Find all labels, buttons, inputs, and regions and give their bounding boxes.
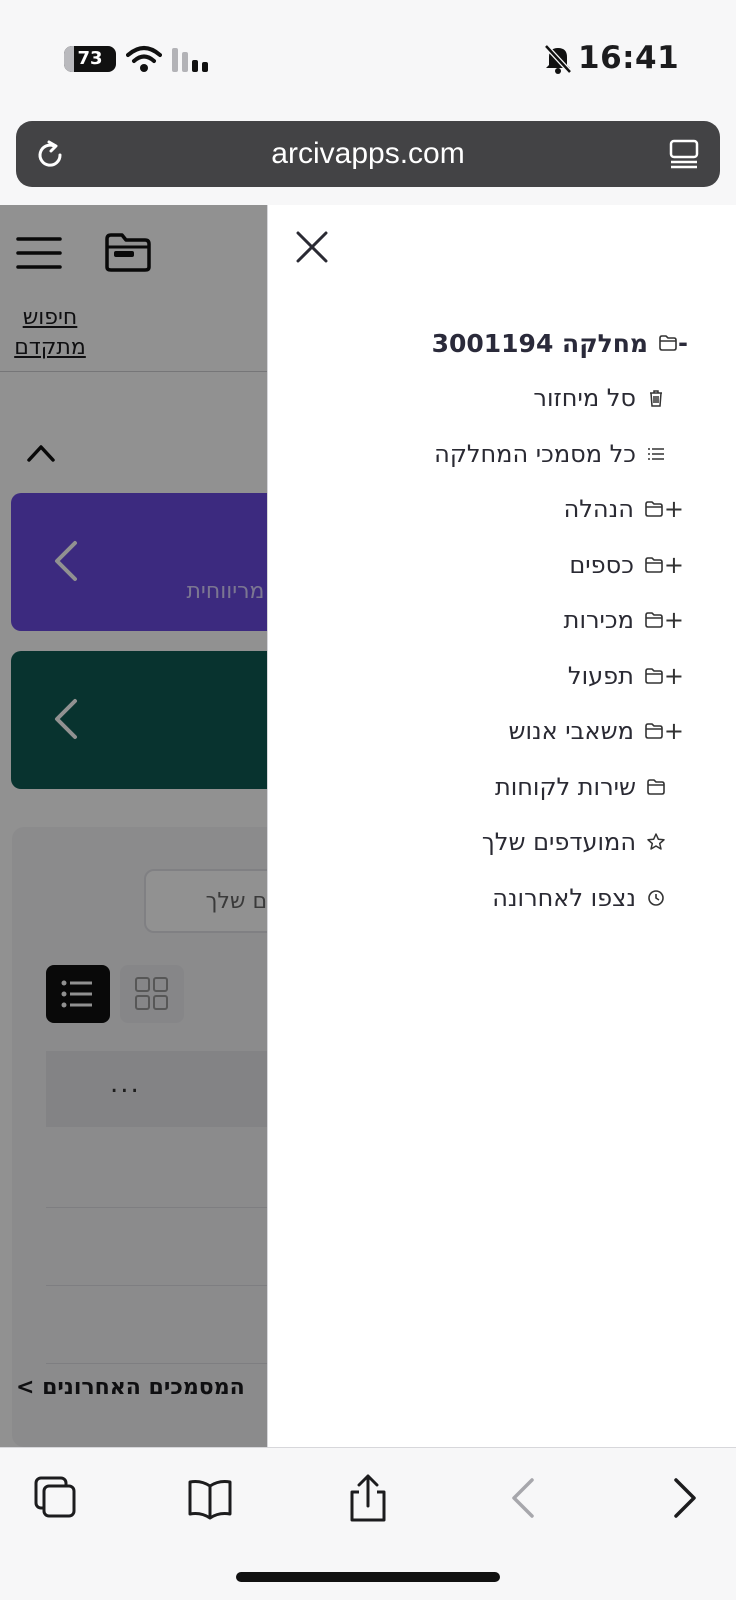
page-url[interactable]: arcivapps.com: [16, 121, 720, 187]
navigation-drawer: - מחלקה 3001194 סל מיחזור כל מסמכי המחלקה…: [267, 205, 736, 1447]
battery-indicator: 73: [64, 46, 116, 72]
cellular-signal-icon: [172, 48, 208, 72]
address-bar[interactable]: arcivapps.com: [16, 121, 720, 187]
tree-item-label[interactable]: מחלקה 3001194: [432, 329, 648, 358]
tree-item-label[interactable]: נצפו לאחרונה: [492, 884, 636, 912]
folder-icon: [644, 610, 664, 630]
tree-item-label[interactable]: סל מיחזור: [533, 384, 636, 412]
tree-item[interactable]: + מכירות: [564, 603, 690, 637]
reader-mode-icon[interactable]: [668, 138, 700, 170]
share-icon[interactable]: [344, 1474, 392, 1522]
battery-level: 73: [77, 48, 103, 69]
close-icon[interactable]: [294, 229, 330, 265]
wifi-icon: [126, 46, 162, 72]
bell-muted-icon: [544, 44, 572, 74]
expand-toggle[interactable]: +: [664, 717, 684, 745]
tree-item-label[interactable]: כל מסמכי המחלקה: [434, 440, 636, 468]
drawer-backdrop[interactable]: [0, 205, 267, 1447]
expand-toggle[interactable]: +: [664, 551, 684, 579]
tree-item[interactable]: + תפעול: [568, 659, 690, 693]
bookmarks-icon[interactable]: [186, 1474, 234, 1522]
tree-item[interactable]: + כספים: [569, 548, 690, 582]
tabs-icon[interactable]: [32, 1474, 80, 1522]
tree-root-department[interactable]: - מחלקה 3001194: [432, 326, 708, 360]
tree-item-label[interactable]: המועדפים שלך: [482, 828, 636, 856]
forward-icon[interactable]: [660, 1474, 708, 1522]
home-indicator[interactable]: [236, 1572, 500, 1582]
tree-item-label[interactable]: הנהלה: [564, 495, 634, 523]
tree-item[interactable]: סל מיחזור: [533, 381, 666, 415]
tree-item-label[interactable]: שירות לקוחות: [495, 773, 636, 801]
tree-item[interactable]: + משאבי אנוש: [508, 714, 690, 748]
folder-icon: [644, 666, 664, 686]
folder-icon: [644, 721, 664, 741]
tree-item[interactable]: המועדפים שלך: [482, 825, 666, 859]
clock-icon: [646, 888, 666, 908]
folder-icon: [644, 555, 664, 575]
expand-toggle[interactable]: +: [664, 495, 684, 523]
tree-item[interactable]: נצפו לאחרונה: [492, 881, 666, 915]
star-icon: [646, 832, 666, 852]
folder-icon: [644, 499, 664, 519]
expand-toggle[interactable]: +: [664, 606, 684, 634]
tree-item-label[interactable]: משאבי אנוש: [508, 717, 633, 745]
tree-item-label[interactable]: כספים: [569, 551, 634, 579]
status-time: 16:41: [578, 40, 680, 76]
collapse-toggle[interactable]: -: [678, 329, 688, 357]
status-bar: 73 16:41: [0, 0, 736, 120]
folder-icon: [646, 777, 666, 797]
folder-icon: [658, 333, 678, 353]
back-icon[interactable]: [500, 1474, 548, 1522]
tree-item[interactable]: כל מסמכי המחלקה: [434, 437, 666, 471]
tree-item[interactable]: + הנהלה: [564, 492, 690, 526]
expand-toggle[interactable]: +: [664, 662, 684, 690]
list-icon: [646, 444, 666, 464]
tree-item-label[interactable]: מכירות: [564, 606, 634, 634]
tree-item-label[interactable]: תפעול: [568, 662, 634, 690]
trash-icon: [646, 388, 666, 408]
tree-item[interactable]: שירות לקוחות: [495, 770, 666, 804]
